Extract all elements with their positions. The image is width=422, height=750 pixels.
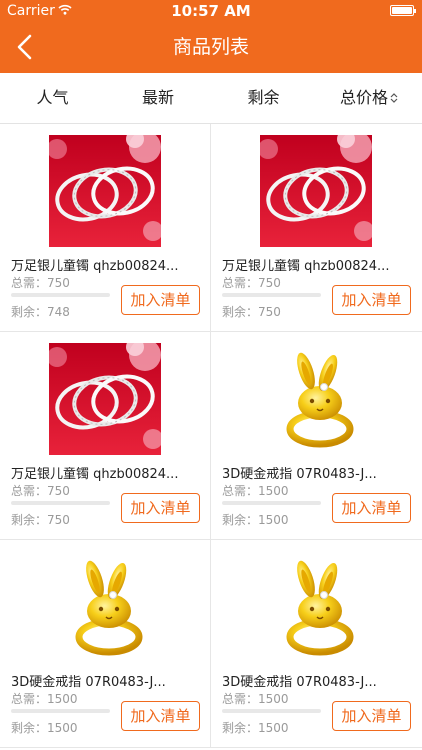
sort-tab-total-price[interactable]: 总价格 [316,73,422,123]
progress-bar [222,709,321,713]
product-image [49,343,161,455]
product-card[interactable]: 万足银儿童镯 qhzb00824... 总需：750 剩余：748 加入清单 [0,124,211,332]
product-name: 3D硬金戒指 07R0483-J... [222,675,377,690]
product-grid: 万足银儿童镯 qhzb00824... 总需：750 剩余：748 加入清单 万… [0,124,422,750]
page-title: 商品列表 [172,36,249,58]
product-card[interactable]: 3D硬金戒指 07R0483-J... 总需：1500 剩余：1500 加入清单 [211,332,422,540]
sort-tab-label: 总价格 [339,88,388,107]
sort-tab-newest[interactable]: 最新 [105,73,211,123]
product-image [260,551,372,663]
product-card[interactable]: 3D硬金戒指 07R0483-J... 总需：1500 剩余：1500 加入清单 [0,540,211,748]
status-bar: Carrier 10:57 AM [0,0,422,22]
product-card[interactable]: 3D硬金戒指 07R0483-J... 总需：1500 剩余：1500 加入清单 [211,540,422,748]
product-name: 万足银儿童镯 qhzb00824... [11,259,179,274]
progress-bar [11,293,110,297]
product-remaining: 剩余：1500 [11,721,78,735]
product-total-need: 总需：1500 [222,484,289,498]
product-image [260,135,372,247]
product-remaining: 剩余：750 [222,305,281,319]
product-image [49,135,161,247]
product-image [49,551,161,663]
product-name: 3D硬金戒指 07R0483-J... [11,675,166,690]
product-card[interactable]: 万足银儿童镯 qhzb00824... 总需：750 剩余：750 加入清单 [0,332,211,540]
battery-icon [390,5,416,16]
product-total-need: 总需：1500 [11,692,78,706]
sort-tab-remaining[interactable]: 剩余 [211,73,316,123]
product-total-need: 总需：750 [11,484,70,498]
product-image [260,343,372,455]
product-remaining: 剩余：748 [11,305,70,319]
product-total-need: 总需：1500 [222,692,289,706]
sort-tab-label: 人气 [36,88,69,107]
product-total-need: 总需：750 [222,276,281,290]
product-total-need: 总需：750 [11,276,70,290]
product-name: 3D硬金戒指 07R0483-J... [222,467,377,482]
add-to-list-button[interactable]: 加入清单 [121,285,200,315]
nav-header: Carrier 10:57 AM 商品列表 [0,0,422,73]
add-to-list-button[interactable]: 加入清单 [121,493,200,523]
product-name: 万足银儿童镯 qhzb00824... [11,467,179,482]
product-remaining: 剩余：750 [11,513,70,527]
sort-arrows-icon [390,93,398,103]
product-remaining: 剩余：1500 [222,721,289,735]
sort-bar: 人气 最新 剩余 总价格 [0,73,422,124]
progress-bar [11,709,110,713]
add-to-list-button[interactable]: 加入清单 [121,701,200,731]
progress-bar [222,501,321,505]
add-to-list-button[interactable]: 加入清单 [332,493,411,523]
progress-bar [222,293,321,297]
add-to-list-button[interactable]: 加入清单 [332,701,411,731]
product-card[interactable]: 万足银儿童镯 qhzb00824... 总需：750 剩余：750 加入清单 [211,124,422,332]
product-remaining: 剩余：1500 [222,513,289,527]
progress-bar [11,501,110,505]
sort-tab-label: 最新 [141,88,174,107]
product-name: 万足银儿童镯 qhzb00824... [222,259,390,274]
sort-tab-popularity[interactable]: 人气 [0,73,105,123]
sort-tab-label: 剩余 [247,88,280,107]
add-to-list-button[interactable]: 加入清单 [332,285,411,315]
status-time: 10:57 AM [171,2,251,20]
